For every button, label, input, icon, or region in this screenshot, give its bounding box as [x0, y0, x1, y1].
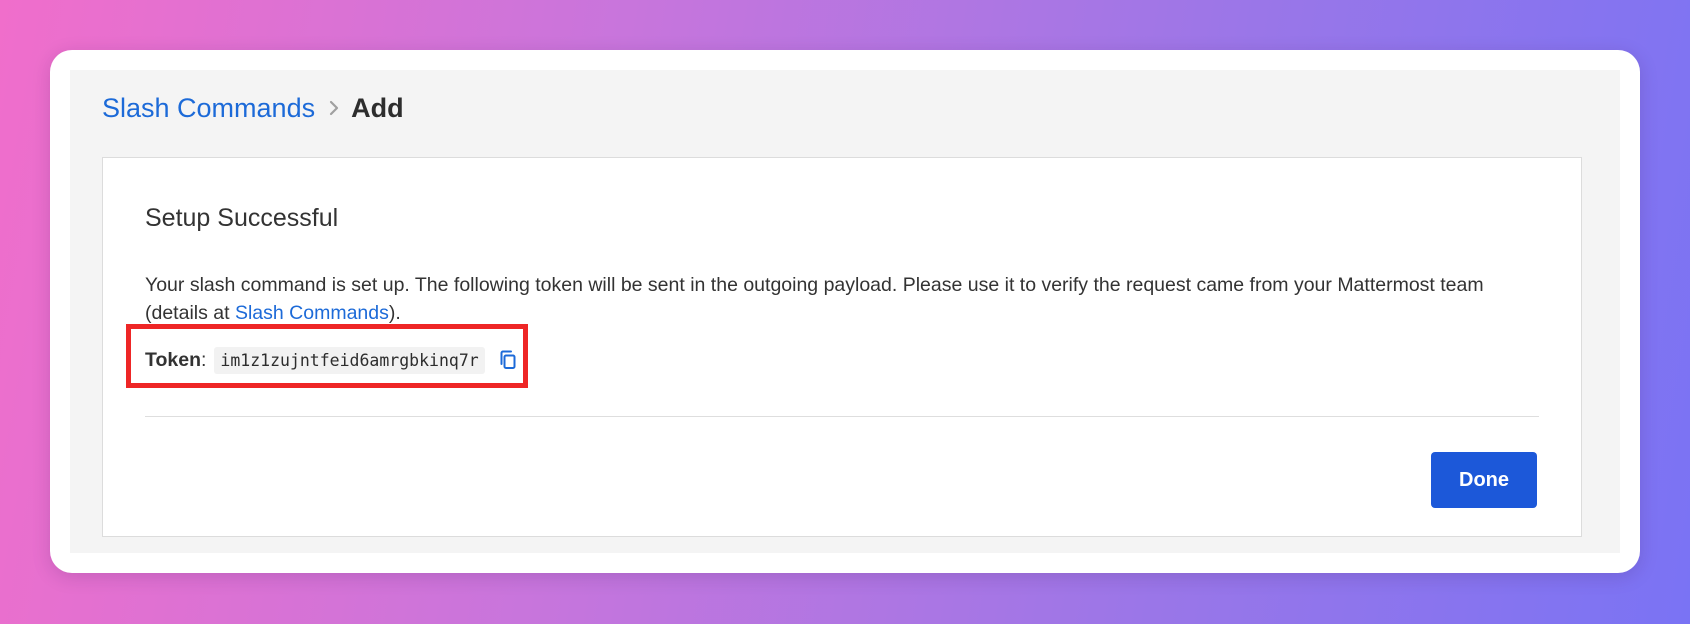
token-value[interactable]: im1z1zujntfeid6amrgbkinq7r [214, 346, 485, 374]
divider [145, 416, 1539, 417]
copy-icon[interactable] [499, 350, 517, 370]
chevron-right-icon [327, 100, 341, 116]
breadcrumb-current: Add [351, 92, 404, 123]
breadcrumb: Slash Commands Add [102, 88, 404, 128]
token-row: Token: im1z1zujntfeid6amrgbkinq7r [145, 344, 517, 376]
console-area: Slash Commands Add Setup Successful Your… [70, 70, 1620, 553]
app-window: Slash Commands Add Setup Successful Your… [50, 50, 1640, 573]
description-end: ). [388, 302, 401, 324]
token-label: Token [145, 348, 201, 371]
setup-description: Your slash command is set up. The follow… [145, 271, 1545, 327]
breadcrumb-slash-commands-link[interactable]: Slash Commands [102, 93, 315, 124]
done-button[interactable]: Done [1431, 452, 1537, 508]
token-colon: : [200, 348, 207, 371]
panel-title: Setup Successful [145, 204, 339, 232]
setup-panel: Setup Successful Your slash command is s… [102, 157, 1582, 537]
slash-commands-docs-link[interactable]: Slash Commands [235, 302, 389, 324]
